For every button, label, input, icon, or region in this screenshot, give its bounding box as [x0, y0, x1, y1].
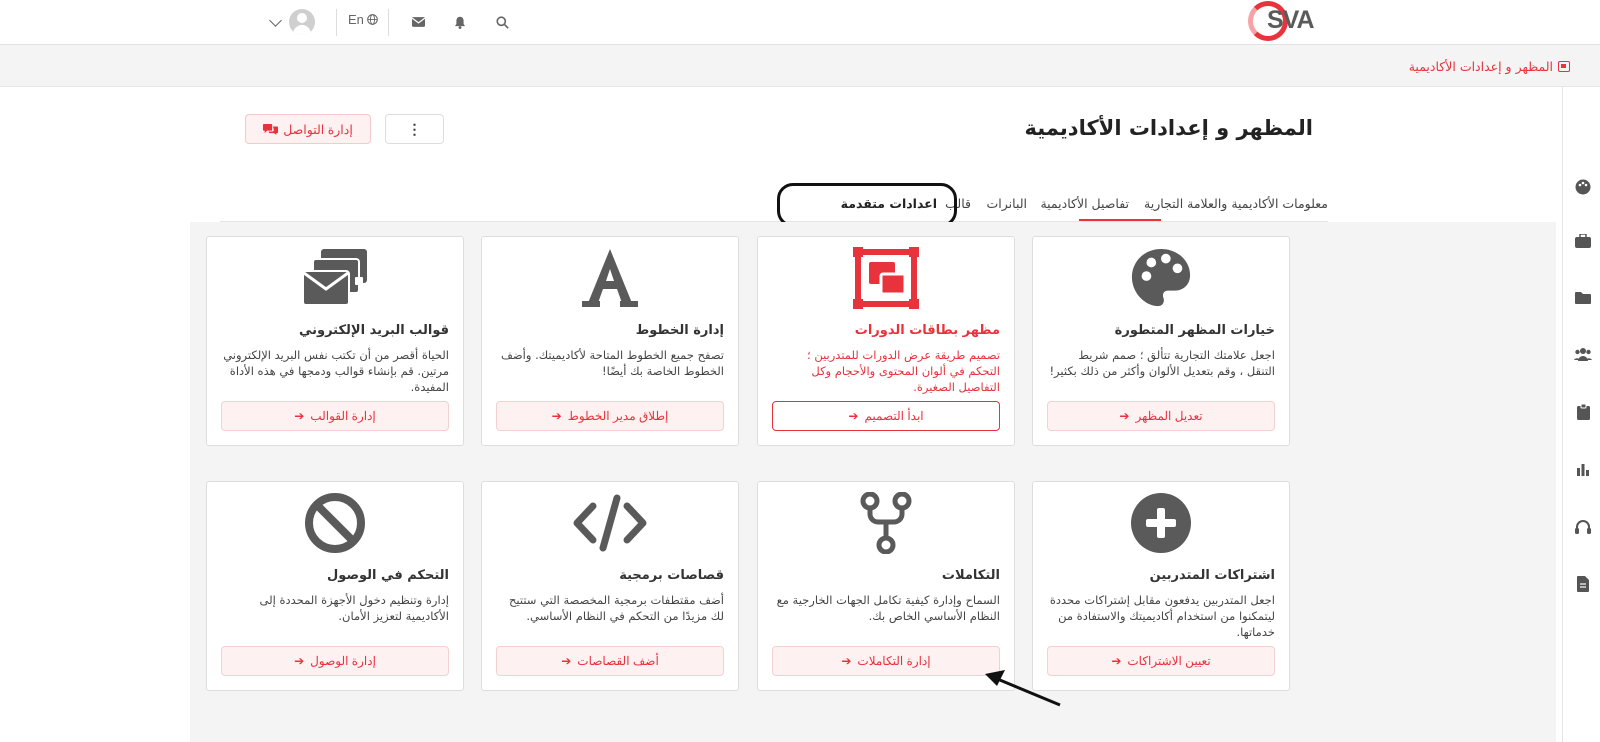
breadcrumb-label: المظهر و إعدادات الأكاديمية	[1408, 59, 1553, 74]
bell-icon[interactable]	[449, 11, 471, 33]
launch-font-manager-button[interactable]: إطلاق مدير الخطوط ➔	[496, 401, 724, 431]
card-description: الحياة أقصر من أن تكتب نفس البريد الإلكت…	[223, 348, 449, 394]
button-label: ابدأ التصميم	[864, 409, 924, 423]
comments-icon	[263, 124, 279, 135]
add-snippets-button[interactable]: أضف القصاصات ➔	[496, 646, 724, 676]
button-label: إدارة القوالب	[310, 409, 376, 423]
card-title: التحكم في الوصول	[327, 568, 449, 583]
card-description: تصفح جميع الخطوط المتاحة لأكاديميتك. وأض…	[501, 348, 724, 378]
toolbar-divider	[336, 9, 337, 36]
card-code-snippets: قصاصات برمجية أضف مقتطفات برمجية المخصصة…	[481, 481, 739, 691]
breadcrumb[interactable]: المظهر و إعدادات الأكاديمية	[1409, 59, 1570, 74]
mail-stack-icon	[207, 247, 463, 313]
fork-icon	[758, 492, 1014, 558]
top-navbar: SVA En	[0, 0, 1600, 45]
academy-logo[interactable]: SVA	[1248, 1, 1315, 41]
card-integrations: التكاملات السماح وإدارة كيفية تكامل الجه…	[757, 481, 1015, 691]
arrow-left-icon: ➔	[561, 654, 572, 668]
manage-templates-button[interactable]: إدارة القوالب ➔	[221, 401, 449, 431]
edit-appearance-button[interactable]: تعديل المظهر ➔	[1047, 401, 1275, 431]
button-label: أضف القصاصات	[577, 654, 659, 668]
briefcase-icon[interactable]	[1574, 232, 1592, 250]
arrow-left-icon: ➔	[551, 409, 562, 423]
card-title: قصاصات برمجية	[619, 568, 724, 583]
logo-text: SVA	[1267, 6, 1315, 34]
card-title: مظهر بطاقات الدورات	[854, 323, 1000, 338]
tab-banners[interactable]: البانرات	[987, 196, 1027, 211]
settings-tabs: معلومات الأكاديمية والعلامة التجارية تفا…	[220, 186, 1328, 222]
font-icon	[482, 247, 738, 313]
card-title: قوالب البريد الإلكتروني	[298, 323, 449, 338]
folder-icon[interactable]	[1574, 288, 1592, 306]
start-design-button[interactable]: ابدأ التصميم ➔	[772, 401, 1000, 431]
chevron-down-icon[interactable]	[269, 14, 282, 27]
language-switch[interactable]: En	[348, 12, 378, 27]
card-description: تصميم طريقة عرض الدورات للمتدربين ؛ التح…	[807, 348, 1000, 394]
button-label: إدارة الوصول	[310, 654, 376, 668]
card-description: اجعل المتدربين يدفعون مقابل إشتراكات محد…	[1049, 593, 1275, 639]
button-label: تعيين الاشتراكات	[1127, 654, 1211, 668]
card-title: اشتراكات المتدربين	[1149, 568, 1275, 583]
globe-icon	[367, 14, 378, 25]
arrow-left-icon: ➔	[841, 654, 852, 668]
plus-circle-icon	[1033, 492, 1289, 558]
card-course-cards: مظهر بطاقات الدورات تصميم طريقة عرض الدو…	[757, 236, 1015, 446]
card-title: إدارة الخطوط	[635, 323, 724, 338]
more-options-button[interactable]: ⋮	[385, 114, 444, 144]
card-fonts: إدارة الخطوط تصفح جميع الخطوط المتاحة لأ…	[481, 236, 739, 446]
palette-icon	[1033, 247, 1289, 313]
code-icon	[482, 492, 738, 558]
user-avatar[interactable]	[289, 9, 315, 35]
headset-icon[interactable]	[1574, 518, 1592, 536]
layout-icon	[758, 247, 1014, 313]
arrow-left-icon: ➔	[294, 409, 305, 423]
tab-academy-info[interactable]: معلومات الأكاديمية والعلامة التجارية	[1144, 196, 1328, 211]
button-label: إدارة التواصل	[283, 122, 353, 137]
users-icon[interactable]	[1574, 345, 1592, 363]
search-icon[interactable]	[491, 11, 513, 33]
mail-icon[interactable]	[407, 11, 429, 33]
clipboard-icon[interactable]	[1574, 403, 1592, 421]
card-access-control: التحكم في الوصول إدارة وتنظيم دخول الأجه…	[206, 481, 464, 691]
document-icon[interactable]	[1574, 575, 1592, 593]
set-subscriptions-button[interactable]: تعيين الاشتراكات ➔	[1047, 646, 1275, 676]
card-title: خيارات المظهر المتطورة	[1114, 323, 1275, 338]
card-description: إدارة وتنظيم دخول الأجهزة المحددة إلى ال…	[259, 593, 449, 623]
window-icon	[1558, 61, 1570, 72]
card-description: أضف مقتطفات برمجية المخصصة التي ستتيح لك…	[508, 593, 724, 623]
active-tab-indicator	[1079, 219, 1161, 221]
card-appearance: خيارات المظهر المتطورة اجعل علامتك التجا…	[1032, 236, 1290, 446]
arrow-left-icon: ➔	[294, 654, 305, 668]
button-label: إطلاق مدير الخطوط	[567, 409, 669, 423]
palette-icon[interactable]	[1574, 178, 1592, 196]
toolbar-divider	[388, 9, 389, 36]
bar-chart-icon[interactable]	[1574, 460, 1592, 478]
manage-integrations-button[interactable]: إدارة التكاملات ➔	[772, 646, 1000, 676]
arrow-left-icon: ➔	[1119, 409, 1130, 423]
ban-icon	[207, 492, 463, 558]
breadcrumb-bar: المظهر و إعدادات الأكاديمية	[0, 45, 1600, 87]
arrow-left-icon: ➔	[1111, 654, 1122, 668]
card-description: السماح وإدارة كيفية تكامل الجهات الخارجي…	[776, 593, 1000, 623]
annotation-highlight	[777, 183, 957, 227]
manage-communication-button[interactable]: إدارة التواصل	[245, 114, 371, 144]
card-description: اجعل علامتك التجارية تتألق ؛ صمم شريط ال…	[1049, 348, 1275, 378]
button-label: تعديل المظهر	[1135, 409, 1203, 423]
card-subscriptions: اشتراكات المتدربين اجعل المتدربين يدفعون…	[1032, 481, 1290, 691]
button-label: إدارة التكاملات	[857, 654, 931, 668]
card-email-templates: قوالب البريد الإلكتروني الحياة أقصر من أ…	[206, 236, 464, 446]
tab-academy-details[interactable]: تفاصيل الأكاديمية	[1040, 196, 1129, 211]
page-title: المظهر و إعدادات الأكاديمية	[1024, 116, 1313, 140]
language-label: En	[348, 12, 364, 27]
manage-access-button[interactable]: إدارة الوصول ➔	[221, 646, 449, 676]
card-title: التكاملات	[941, 568, 1000, 583]
arrow-left-icon: ➔	[848, 409, 859, 423]
